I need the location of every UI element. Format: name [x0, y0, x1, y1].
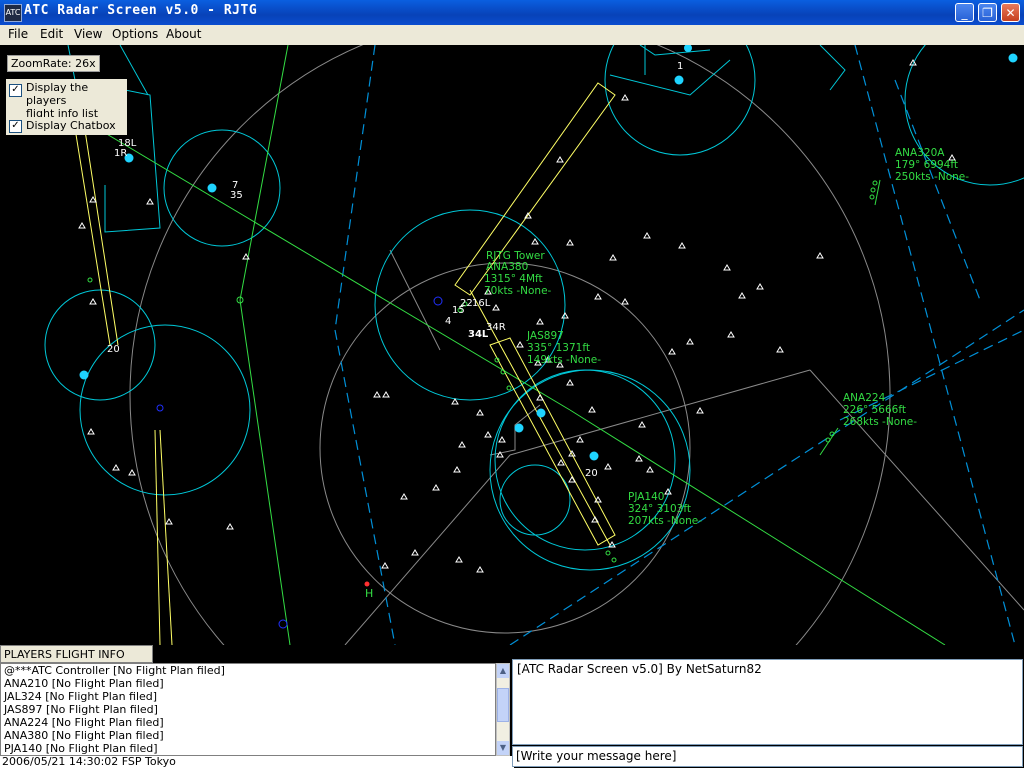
display-chatbox-label: Display Chatbox — [26, 119, 116, 132]
svg-text:335° 1371ft: 335° 1371ft — [527, 342, 590, 354]
chat-message: [ATC Radar Screen v5.0] By NetSaturn82 — [517, 662, 762, 676]
chat-input[interactable]: [Write your message here] — [512, 746, 1023, 767]
status-line: 2006/05/21 14:30:02 FSP Tokyo — [0, 756, 514, 768]
svg-text:70kts -None-: 70kts -None- — [484, 285, 552, 297]
svg-text:PJA140: PJA140 — [628, 491, 664, 503]
heliport-marker — [364, 581, 370, 587]
svg-text:1: 1 — [677, 61, 683, 72]
list-item[interactable]: JAL324 [No Flight Plan filed] — [1, 690, 495, 703]
display-chatbox-checkbox[interactable]: ✓ Display Chatbox — [6, 117, 127, 135]
window-title: ATC Radar Screen v5.0 - RJTG — [24, 3, 258, 18]
svg-text:4: 4 — [445, 316, 451, 327]
svg-text:22: 22 — [460, 298, 473, 309]
scroll-down-icon[interactable]: ▼ — [497, 741, 509, 755]
restore-button[interactable]: ❐ — [978, 3, 997, 22]
list-item[interactable]: ANA224 [No Flight Plan filed] — [1, 716, 495, 729]
players-list-header: PLAYERS FLIGHT INFO LIST: — [0, 645, 153, 679]
svg-text:1R: 1R — [114, 148, 127, 159]
svg-text:324° 3103ft: 324° 3103ft — [628, 503, 691, 515]
scroll-thumb[interactable] — [497, 688, 509, 722]
svg-text:179° 6994ft: 179° 6994ft — [895, 159, 958, 171]
svg-text:149kts -None-: 149kts -None- — [527, 354, 601, 366]
svg-text:226° 5666ft: 226° 5666ft — [843, 404, 906, 416]
display-players-checkbox[interactable]: ✓ Display the players flight info list — [6, 79, 127, 122]
players-list-scrollbar[interactable]: ▲ ▼ — [496, 663, 510, 756]
svg-text:ANA224: ANA224 — [843, 392, 886, 404]
svg-text:250kts -None-: 250kts -None- — [895, 171, 969, 183]
zoom-rate-label: ZoomRate: 26x — [7, 55, 100, 72]
menu-about[interactable]: About — [166, 27, 201, 41]
svg-text:16L: 16L — [472, 298, 491, 309]
app-icon[interactable]: ATC — [4, 4, 22, 22]
svg-text:ANA320A: ANA320A — [895, 147, 945, 159]
menu-file[interactable]: File — [8, 27, 28, 41]
scroll-up-icon[interactable]: ▲ — [497, 664, 509, 678]
display-players-label-line1: Display the players — [26, 81, 89, 107]
svg-text:268kts -None-: 268kts -None- — [843, 416, 917, 428]
checkbox-check-icon[interactable]: ✓ — [9, 84, 22, 97]
svg-text:20: 20 — [107, 344, 120, 355]
players-list[interactable]: @***ATC Controller [No Flight Plan filed… — [0, 663, 496, 756]
svg-text:1315° 4Mft: 1315° 4Mft — [484, 273, 543, 285]
radar-scope[interactable]: H 18L 1R 7 35 20 15 4 34L 34R 22 16L 1 2… — [0, 45, 1024, 645]
list-item[interactable]: ANA380 [No Flight Plan filed] — [1, 729, 495, 742]
aircraft-tag-tower: RJTG Tower ANA380 1315° 4Mft 70kts -None… — [484, 250, 552, 297]
svg-text:35: 35 — [230, 190, 243, 201]
list-item[interactable]: PJA140 [No Flight Plan filed] — [1, 742, 495, 755]
list-item[interactable]: @***ATC Controller [No Flight Plan filed… — [1, 664, 495, 677]
menu-view[interactable]: View — [74, 27, 102, 41]
list-item[interactable]: JAS897 [No Flight Plan filed] — [1, 703, 495, 716]
svg-text:207kts -None-: 207kts -None- — [628, 515, 702, 527]
svg-text:34R: 34R — [486, 322, 506, 333]
menu-bar: File Edit View Options About — [0, 25, 1024, 45]
svg-text:JAS897: JAS897 — [526, 330, 564, 342]
menu-edit[interactable]: Edit — [40, 27, 63, 41]
minimize-button[interactable]: _ — [955, 3, 974, 22]
close-button[interactable]: ✕ — [1001, 3, 1020, 22]
heliport-label: H — [365, 587, 373, 600]
svg-text:20: 20 — [585, 468, 598, 479]
svg-text:ANA380: ANA380 — [486, 261, 528, 273]
chat-log[interactable]: [ATC Radar Screen v5.0] By NetSaturn82 — [512, 659, 1023, 745]
menu-options[interactable]: Options — [112, 27, 158, 41]
title-bar: ATC ATC Radar Screen v5.0 - RJTG _ ❐ ✕ — [0, 0, 1024, 25]
list-item[interactable]: ANA210 [No Flight Plan filed] — [1, 677, 495, 690]
checkbox-check-icon[interactable]: ✓ — [9, 120, 22, 133]
